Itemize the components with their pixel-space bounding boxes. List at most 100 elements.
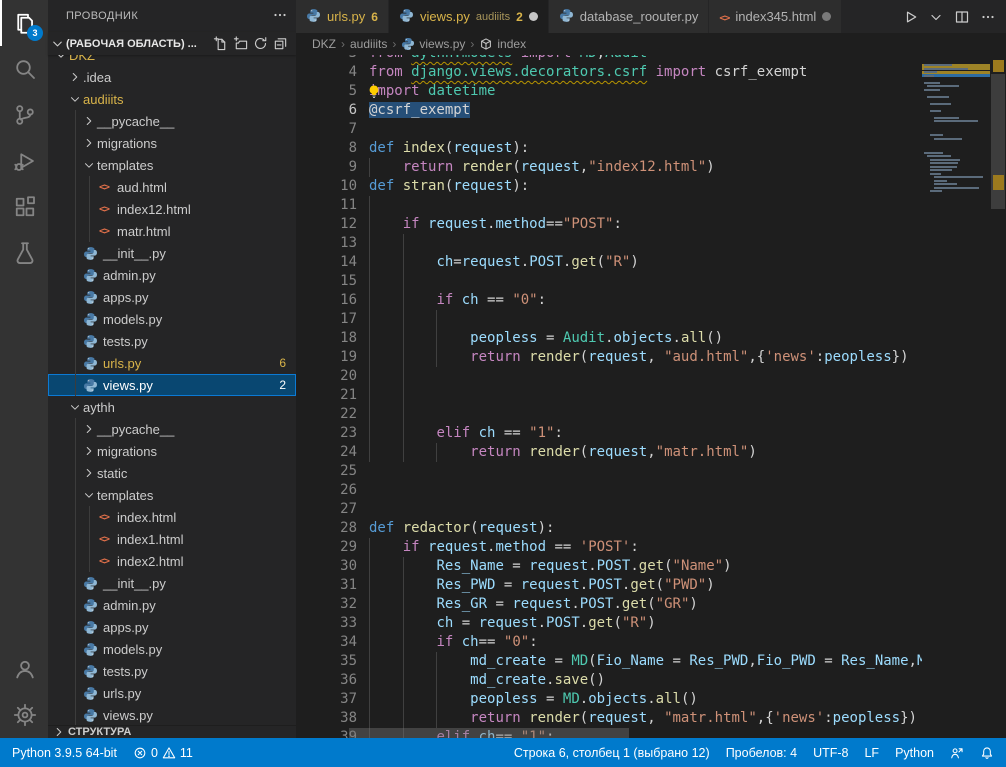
python-file-icon bbox=[82, 289, 98, 305]
tree-item-static[interactable]: static bbox=[48, 462, 296, 484]
tree-item-label: matr.html bbox=[117, 224, 170, 239]
tree-item-apps.py[interactable]: apps.py bbox=[48, 286, 296, 308]
indent-guide bbox=[369, 367, 370, 386]
tree-item-views.py[interactable]: views.py2 bbox=[48, 374, 296, 396]
new-file-icon[interactable] bbox=[210, 34, 230, 54]
minimap-line bbox=[930, 190, 942, 192]
tree-item-views.py[interactable]: views.py bbox=[48, 704, 296, 725]
tree-item-migrations[interactable]: migrations bbox=[48, 440, 296, 462]
vertical-scrollbar[interactable] bbox=[990, 55, 1006, 738]
status-feedback[interactable] bbox=[942, 738, 972, 767]
tree-item-__init__.py[interactable]: __init__.py bbox=[48, 242, 296, 264]
tree-item-label: templates bbox=[97, 158, 153, 173]
collapse-icon[interactable] bbox=[270, 34, 290, 54]
python-file-icon bbox=[82, 267, 98, 283]
indent-guide bbox=[369, 196, 370, 215]
horizontal-scrollbar[interactable] bbox=[349, 728, 629, 738]
testing-icon[interactable] bbox=[0, 230, 48, 276]
status-notifications[interactable] bbox=[972, 738, 1002, 767]
files-icon[interactable]: 3 bbox=[0, 0, 48, 46]
split-icon[interactable] bbox=[950, 5, 974, 29]
tree-item-audiiits[interactable]: audiiits bbox=[48, 88, 296, 110]
tree-indent-guide bbox=[75, 110, 76, 396]
breadcrumb-item-audiiits[interactable]: audiiits bbox=[350, 37, 387, 51]
minimap-line bbox=[930, 159, 960, 161]
tree-item-admin.py[interactable]: admin.py bbox=[48, 264, 296, 286]
breadcrumb-label: audiiits bbox=[350, 37, 387, 51]
status-problems[interactable]: 0 11 bbox=[125, 738, 201, 767]
refresh-icon[interactable] bbox=[250, 34, 270, 54]
breadcrumb-item-DKZ[interactable]: DKZ bbox=[312, 37, 336, 51]
tree-item-__init__.py[interactable]: __init__.py bbox=[48, 572, 296, 594]
modified-dot-icon[interactable] bbox=[529, 12, 538, 21]
status-cursor-position[interactable]: Строка 6, столбец 1 (выбрано 12) bbox=[506, 738, 718, 767]
chevron-right-icon bbox=[68, 70, 83, 85]
sidebar-title-row: ПРОВОДНИК bbox=[48, 0, 296, 32]
tree-item-tests.py[interactable]: tests.py bbox=[48, 660, 296, 682]
tree-item-label: models.py bbox=[103, 642, 162, 657]
tree-item-DKZ[interactable]: DKZ bbox=[48, 55, 296, 66]
status-indentation[interactable]: Пробелов: 4 bbox=[718, 738, 805, 767]
line-number: 12 bbox=[296, 215, 357, 234]
html-file-icon: <> bbox=[96, 531, 112, 547]
tree-item-models.py[interactable]: models.py bbox=[48, 638, 296, 660]
indent-guide bbox=[403, 348, 404, 367]
tree-item-index.html[interactable]: <>index.html bbox=[48, 506, 296, 528]
tree-item-label: views.py bbox=[103, 378, 153, 393]
status-eol[interactable]: LF bbox=[856, 738, 887, 767]
more-icon[interactable] bbox=[976, 5, 1000, 29]
tree-item-admin.py[interactable]: admin.py bbox=[48, 594, 296, 616]
source-control-icon[interactable] bbox=[0, 92, 48, 138]
modified-dot-icon[interactable] bbox=[822, 12, 831, 21]
tree-item-aythh[interactable]: aythh bbox=[48, 396, 296, 418]
tree-item-index12.html[interactable]: <>index12.html bbox=[48, 198, 296, 220]
outline-section-header[interactable]: СТРУКТУРА bbox=[48, 725, 296, 738]
tree-item-migrations[interactable]: migrations bbox=[48, 132, 296, 154]
tree-item-templates[interactable]: templates bbox=[48, 484, 296, 506]
activity-bar: 3 bbox=[0, 0, 48, 738]
minimap-line bbox=[934, 117, 960, 119]
breadcrumb-item-index[interactable]: index bbox=[479, 37, 526, 51]
run-icon[interactable] bbox=[898, 5, 922, 29]
chevron-down-icon[interactable] bbox=[924, 5, 948, 29]
gear-icon[interactable] bbox=[0, 692, 48, 738]
html-file-icon: <> bbox=[96, 201, 112, 217]
tree-item-urls.py[interactable]: urls.py bbox=[48, 682, 296, 704]
more-actions-icon[interactable] bbox=[272, 7, 288, 26]
tree-item-templates[interactable]: templates bbox=[48, 154, 296, 176]
error-icon bbox=[133, 746, 147, 760]
status-python-version[interactable]: Python 3.9.5 64-bit bbox=[4, 738, 125, 767]
tab-urls.py[interactable]: urls.py6 bbox=[296, 0, 389, 33]
tree-item-models.py[interactable]: models.py bbox=[48, 308, 296, 330]
tree-item-__pycache__[interactable]: __pycache__ bbox=[48, 110, 296, 132]
tree-item-__pycache__[interactable]: __pycache__ bbox=[48, 418, 296, 440]
tree-item-index2.html[interactable]: <>index2.html bbox=[48, 550, 296, 572]
indent-guide bbox=[369, 158, 370, 177]
tree-item-tests.py[interactable]: tests.py bbox=[48, 330, 296, 352]
workspace-section-header[interactable]: (РАБОЧАЯ ОБЛАСТЬ) ... bbox=[48, 32, 296, 55]
extensions-icon[interactable] bbox=[0, 184, 48, 230]
code-line-14: 14 ch=request.POST.get("R") bbox=[296, 253, 639, 272]
minimap[interactable] bbox=[922, 55, 990, 738]
indent-guide bbox=[403, 367, 404, 386]
breadcrumb-item-views.py[interactable]: views.py bbox=[401, 37, 465, 51]
status-encoding[interactable]: UTF-8 bbox=[805, 738, 856, 767]
tree-item-urls.py[interactable]: urls.py6 bbox=[48, 352, 296, 374]
tree-item-.idea[interactable]: .idea bbox=[48, 66, 296, 88]
tree-item-matr.html[interactable]: <>matr.html bbox=[48, 220, 296, 242]
tree-item-apps.py[interactable]: apps.py bbox=[48, 616, 296, 638]
debug-icon[interactable] bbox=[0, 138, 48, 184]
new-folder-icon[interactable] bbox=[230, 34, 250, 54]
tree-item-index1.html[interactable]: <>index1.html bbox=[48, 528, 296, 550]
python-file-icon bbox=[82, 333, 98, 349]
status-language-mode[interactable]: Python bbox=[887, 738, 942, 767]
search-icon[interactable] bbox=[0, 46, 48, 92]
python-file-icon bbox=[82, 377, 98, 393]
code-editor[interactable]: 3from aythh.models import MD,Audit4from … bbox=[296, 55, 1006, 738]
tab-views.py[interactable]: views.pyaudiiits2 bbox=[389, 0, 549, 33]
account-icon[interactable] bbox=[0, 646, 48, 692]
tree-item-aud.html[interactable]: <>aud.html bbox=[48, 176, 296, 198]
tab-index345.html[interactable]: <>index345.html bbox=[709, 0, 842, 33]
tab-database_roouter.py[interactable]: database_roouter.py bbox=[549, 0, 710, 33]
lightbulb-icon[interactable] bbox=[366, 84, 382, 100]
